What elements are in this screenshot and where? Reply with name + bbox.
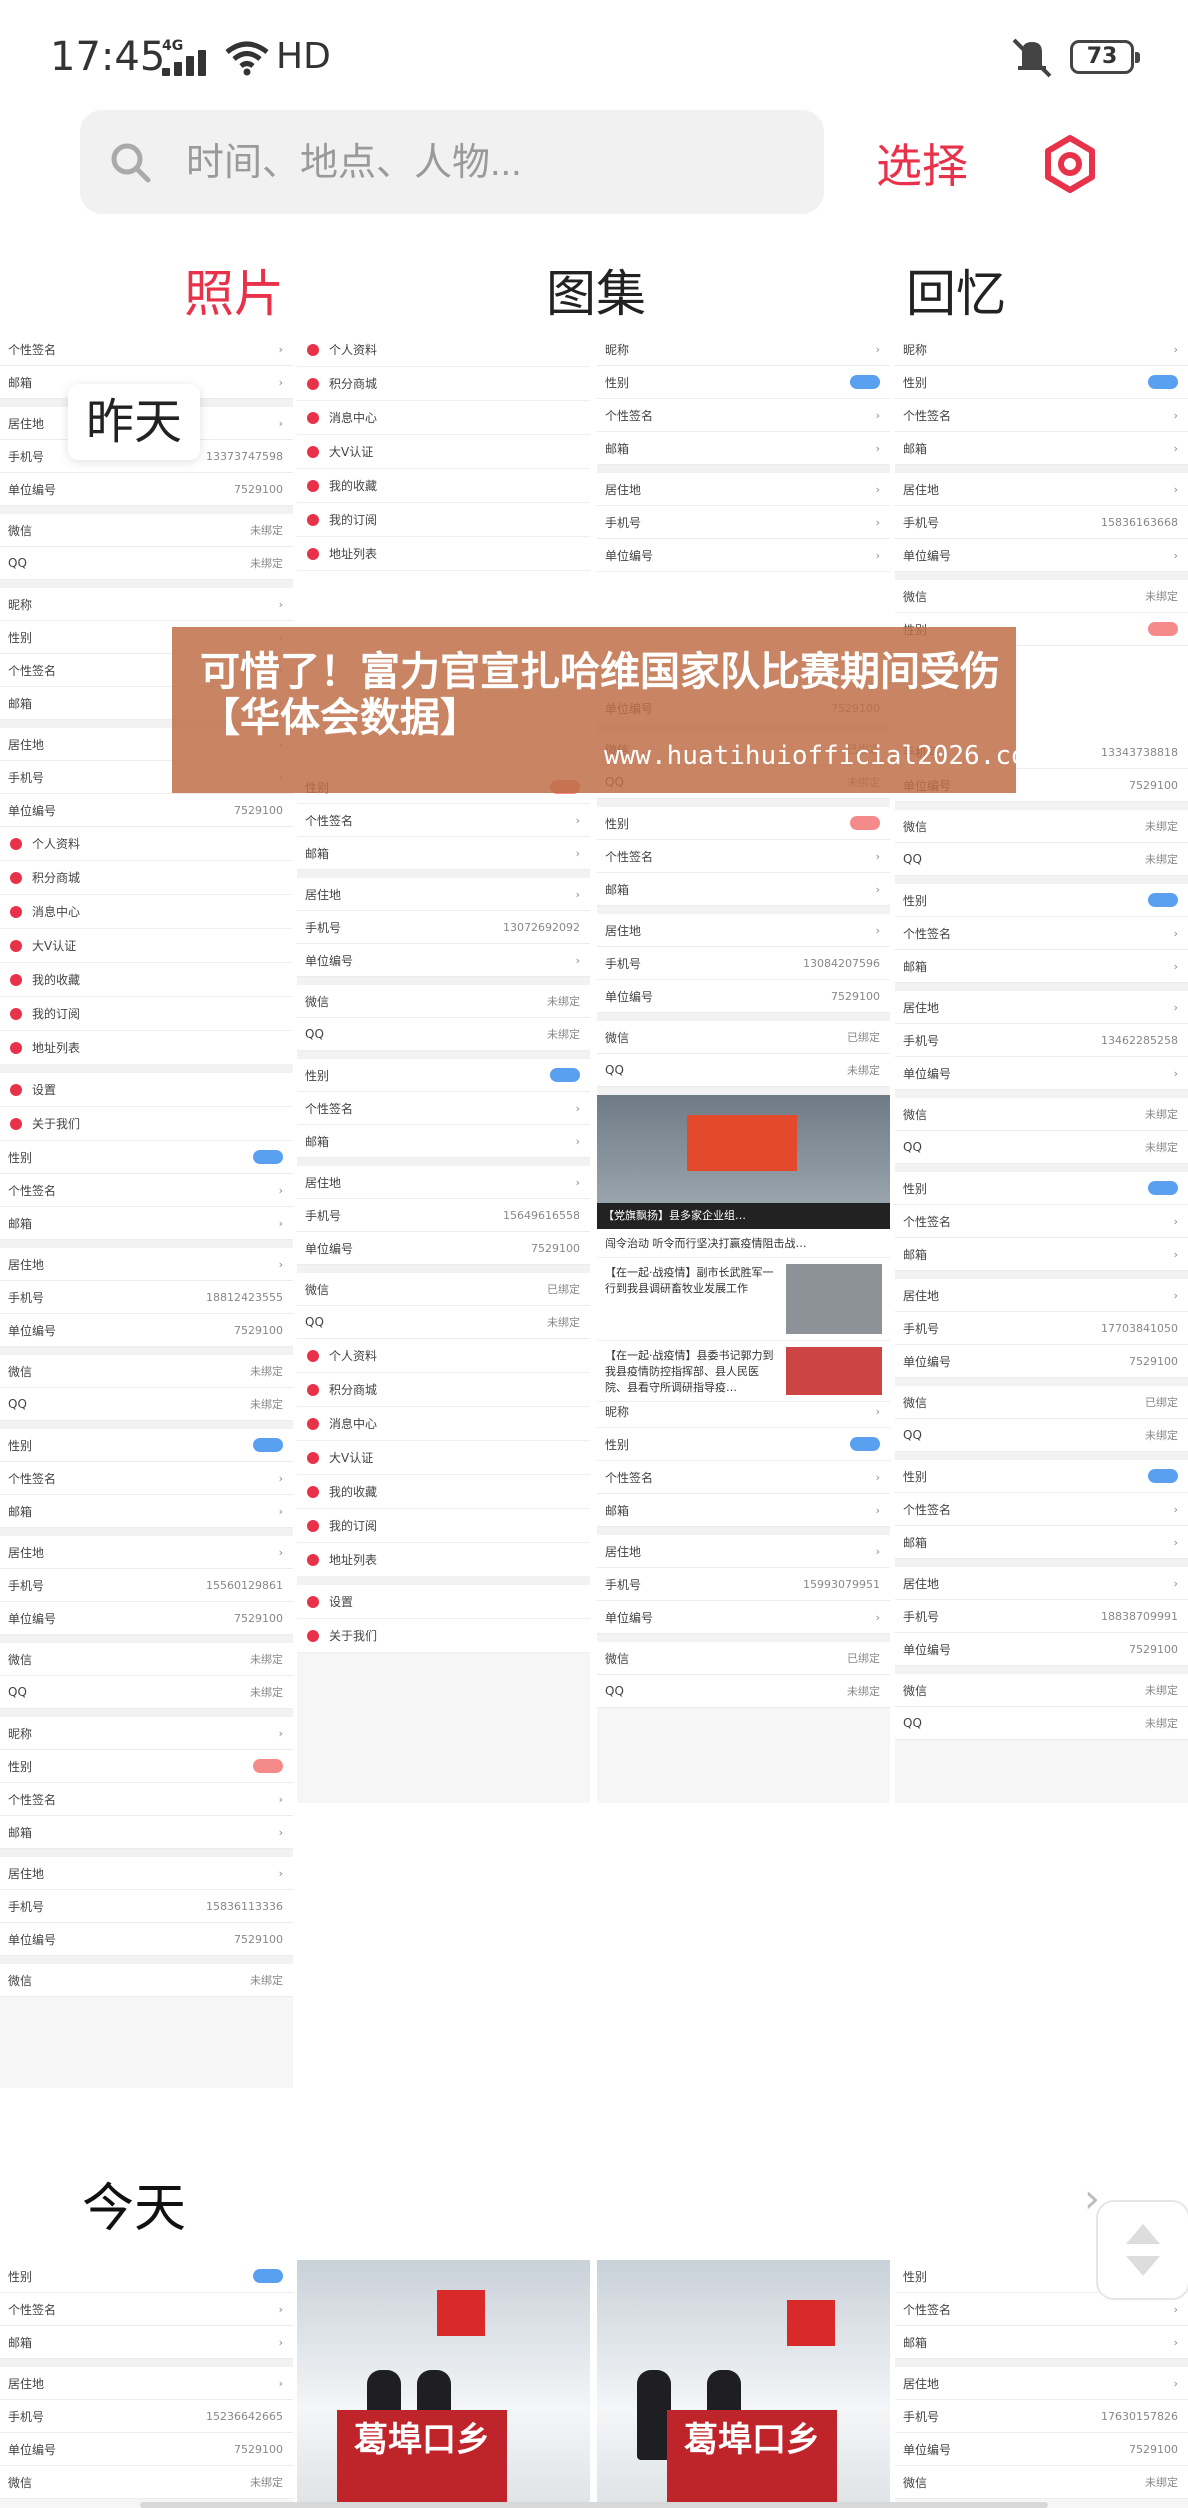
hd-indicator: HD — [276, 36, 331, 77]
news-screenshot: 【党旗飘扬】县多家企业组… 闯令治动 听令而行坚决打赢疫情阻击战… 【在一起·战… — [597, 1095, 890, 1402]
search-input[interactable] — [184, 134, 788, 192]
ad-banner[interactable]: 可惜了！富力官宣扎哈维国家队比赛期间受伤【华体会数据】 www.huatihui… — [172, 627, 1042, 793]
photo-thumbnail[interactable]: 个性签名 › 邮箱 › 居住地 › 手机号 13373747598 单位编号 752910… — [0, 333, 293, 2088]
photo-thumbnail[interactable]: 葛埠口乡 — [597, 2260, 890, 2508]
photo-thumbnail[interactable]: 性别 个性签名 › 邮箱 › 居住地 › 手机号 15236642665 单位编号 752… — [0, 2260, 293, 2508]
scroll-updown-icon[interactable] — [1096, 2200, 1188, 2300]
section-label-today: 今天 — [82, 2179, 187, 2239]
ad-banner-title: 可惜了！富力官宣扎哈维国家队比赛期间受伤【华体会数据】 — [200, 649, 1000, 741]
settings-icon[interactable] — [1040, 134, 1100, 194]
search-icon — [111, 143, 151, 183]
ad-banner-url: www.huatihuiofficial2026.com — [604, 741, 1043, 771]
search-bar[interactable] — [80, 110, 824, 214]
photo-grid-yesterday: 个性签名 › 邮箱 › 居住地 › 手机号 13373747598 单位编号 752910… — [0, 333, 1188, 2088]
status-time: 17:45 — [50, 34, 166, 80]
tab-memories[interactable]: 回忆 — [906, 254, 1006, 326]
tab-photos[interactable]: 照片 — [184, 254, 284, 326]
tab-albums[interactable]: 图集 — [546, 254, 646, 326]
home-indicator — [140, 2502, 1048, 2508]
section-label-yesterday: 昨天 — [68, 384, 200, 460]
select-button[interactable]: 选择 — [876, 130, 968, 196]
signal-icon — [162, 50, 212, 76]
photo-thumbnail[interactable]: 葛埠口乡 — [297, 2260, 590, 2508]
vibrate-off-icon — [1012, 38, 1052, 78]
battery-indicator: 73 — [1070, 40, 1140, 74]
status-bar: 17:45 4G HD 73 — [0, 0, 1188, 110]
wifi-icon — [225, 41, 269, 76]
